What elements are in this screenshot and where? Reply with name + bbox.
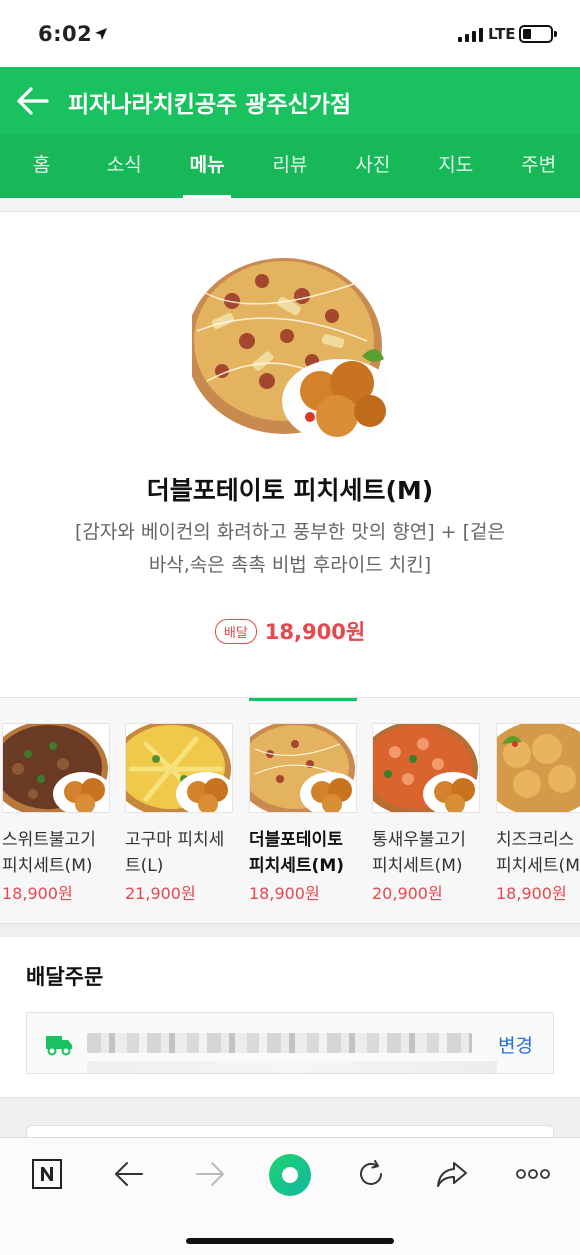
tab-map[interactable]: 지도 xyxy=(414,134,497,198)
product-detail: 더블포테이토 피치세트(M) [감자와 베이컨의 화려하고 풍부한 맛의 향연]… xyxy=(0,213,580,698)
item-name: 치즈크리스 피치세트(M xyxy=(496,830,580,876)
description-line: 바삭,속은 촉촉 비법 후라이드 치킨] xyxy=(148,554,432,576)
item-price: 21,900원 xyxy=(125,884,196,903)
reload-button[interactable] xyxy=(346,1154,396,1194)
share-button[interactable] xyxy=(427,1154,477,1194)
product-price: 18,900원 xyxy=(264,620,366,644)
battery-icon xyxy=(519,25,557,43)
navigation-arrow-icon xyxy=(95,28,107,40)
item-name: 통새우불고기 피치세트(M) xyxy=(372,830,466,876)
status-bar: 6:02 LTE xyxy=(0,0,580,67)
item-price: 18,900원 xyxy=(249,884,320,903)
delivery-badge: 배달 xyxy=(214,618,257,644)
naver-n-icon xyxy=(32,1159,62,1189)
item-price: 18,900원 xyxy=(2,884,73,903)
green-dot-button[interactable] xyxy=(265,1150,315,1200)
truck-icon xyxy=(46,1036,72,1056)
menu-thumbnail xyxy=(249,723,357,813)
status-time: 6:02 xyxy=(38,22,93,46)
address-text-redacted xyxy=(87,1061,497,1073)
browser-forward-button[interactable] xyxy=(185,1154,235,1194)
green-dot-icon xyxy=(269,1154,311,1196)
tab-photos[interactable]: 사진 xyxy=(331,134,414,198)
network-label: LTE xyxy=(488,25,516,43)
tab-menu[interactable]: 메뉴 xyxy=(166,134,249,198)
divider xyxy=(0,923,580,937)
section-title: 배달주문 xyxy=(26,965,104,989)
tab-news[interactable]: 소식 xyxy=(83,134,166,198)
menu-thumbnail xyxy=(496,723,580,813)
share-icon xyxy=(437,1162,467,1187)
menu-thumbnail xyxy=(2,723,110,813)
menu-thumbnail xyxy=(372,723,480,813)
browser-toolbar xyxy=(0,1137,580,1255)
menu-carousel[interactable]: 스위트불고기 피치세트(M) 18,900원 고구마 피치세 트(L) 21,900… xyxy=(0,697,580,923)
carousel-item[interactable]: 고구마 피치세 트(L) 21,900원 xyxy=(125,723,235,904)
item-price: 18,900원 xyxy=(496,884,567,903)
tab-nearby[interactable]: 주변 xyxy=(497,134,580,198)
change-address-link[interactable]: 변경 xyxy=(498,1031,533,1058)
address-box[interactable]: 변경 xyxy=(26,1012,554,1074)
price-row: 배달 18,900원 xyxy=(0,616,580,646)
item-price: 20,900원 xyxy=(372,884,443,903)
page-title: 피자나라치킨공주 광주신가점 xyxy=(68,92,352,118)
naver-home-button[interactable] xyxy=(22,1154,72,1194)
menu-thumbnail xyxy=(125,723,233,813)
tab-reviews[interactable]: 리뷰 xyxy=(249,134,332,198)
browser-back-icon xyxy=(115,1162,143,1186)
carousel-item[interactable]: 스위트불고기 피치세트(M) 18,900원 xyxy=(2,723,112,904)
tab-home[interactable]: 홈 xyxy=(0,134,83,198)
more-button[interactable] xyxy=(508,1154,558,1194)
tab-bar: 홈 소식 메뉴 리뷰 사진 지도 주변 xyxy=(0,134,580,198)
item-name: 더블포테이토 피치세트(M) xyxy=(249,830,345,876)
back-arrow-icon[interactable] xyxy=(16,85,50,117)
more-icon xyxy=(516,1169,550,1179)
home-indicator xyxy=(186,1238,394,1244)
item-name: 스위트불고기 피치세트(M) xyxy=(2,830,96,876)
current-item-indicator xyxy=(249,698,357,701)
product-name: 더블포테이토 피치세트(M) xyxy=(146,476,434,505)
product-description: [감자와 베이컨의 화려하고 풍부한 맛의 향연] + [겉은 바삭,속은 촉촉… xyxy=(40,516,540,582)
item-name: 고구마 피치세 트(L) xyxy=(125,830,225,876)
product-image xyxy=(192,241,388,437)
browser-back-button[interactable] xyxy=(104,1154,154,1194)
app-header: 피자나라치킨공주 광주신가점 xyxy=(0,67,580,134)
description-line: [감자와 베이컨의 화려하고 풍부한 맛의 향연] + [겉은 xyxy=(74,521,506,543)
carousel-item-current[interactable]: 더블포테이토 피치세트(M) 18,900원 xyxy=(249,723,359,904)
signal-icon xyxy=(458,28,483,42)
address-text-redacted xyxy=(87,1033,472,1053)
carousel-item[interactable]: 치즈크리스 피치세트(M 18,900원 xyxy=(496,723,580,904)
divider xyxy=(0,198,580,212)
delivery-order-section: 배달주문 변경 xyxy=(0,937,580,1097)
reload-icon xyxy=(360,1160,382,1185)
carousel-item[interactable]: 통새우불고기 피치세트(M) 20,900원 xyxy=(372,723,482,904)
browser-forward-icon xyxy=(196,1162,224,1186)
